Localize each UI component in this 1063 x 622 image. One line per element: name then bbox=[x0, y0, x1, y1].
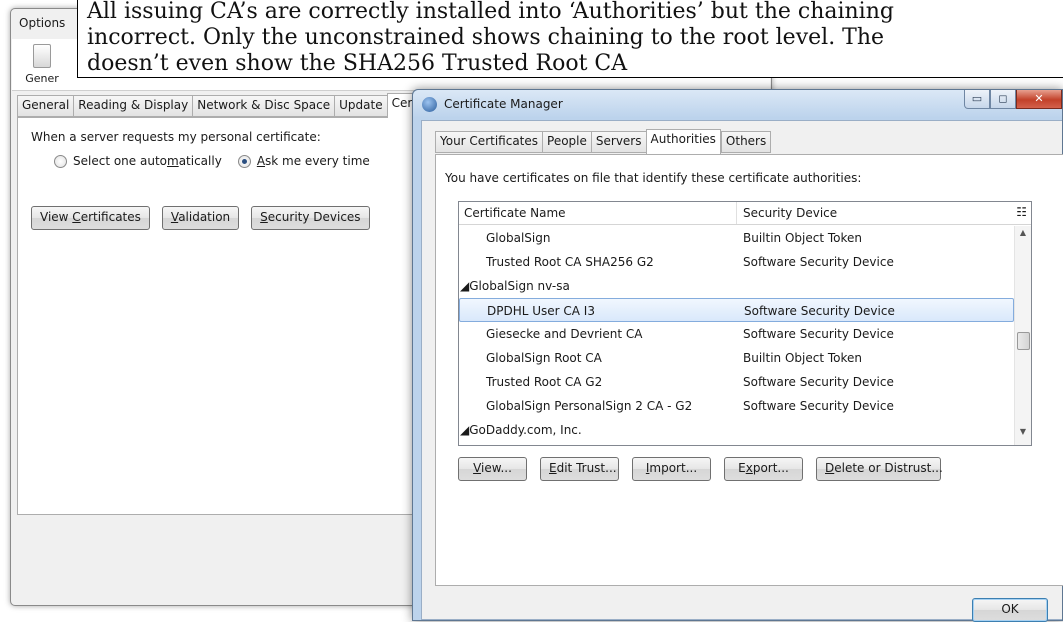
authorities-intro-text: You have certificates on file that ident… bbox=[445, 171, 862, 185]
tab-network-disc-space[interactable]: Network & Disc Space bbox=[192, 95, 335, 117]
certificate-name-cell: GlobalSign bbox=[486, 231, 551, 245]
window-controls: ▭ ◻ ✕ bbox=[964, 90, 1062, 109]
annotation-line-2: incorrect. Only the unconstrained shows … bbox=[87, 25, 885, 50]
import-button[interactable]: Import... bbox=[632, 457, 711, 481]
column-security-device[interactable]: Security Device bbox=[743, 206, 837, 220]
cm-titlebar[interactable]: Certificate Manager ▭ ◻ ✕ bbox=[413, 90, 1062, 118]
column-picker-icon[interactable]: ☷ bbox=[1016, 205, 1027, 219]
certificate-tree[interactable]: Certificate Name Security Device ☷ Globa… bbox=[458, 201, 1032, 446]
certificate-manager-window: Certificate Manager ▭ ◻ ✕ Your Certifica… bbox=[412, 89, 1063, 622]
certificate-name-cell: Trusted Root CA G2 bbox=[486, 375, 603, 389]
ok-button[interactable]: OK bbox=[972, 598, 1048, 622]
annotation-line-1: All issuing CA’s are correctly installed… bbox=[87, 0, 894, 24]
table-row[interactable]: GlobalSign PersonalSign 2 CA - G2 Softwar… bbox=[459, 394, 1014, 418]
certificate-rows: GlobalSign Builtin Object Token Trusted Ro… bbox=[459, 226, 1014, 442]
column-certificate-name[interactable]: Certificate Name bbox=[464, 206, 566, 220]
certificate-action-buttons: View... Edit Trust... Import... Export..… bbox=[458, 457, 943, 481]
security-device-cell: Software Security Device bbox=[743, 327, 894, 341]
annotation-line-3: doesn’t even show the SHA256 Trusted Roo… bbox=[87, 51, 628, 76]
select-automatically-label[interactable]: Select one automatically bbox=[73, 154, 222, 168]
security-device-cell: Software Security Device bbox=[744, 304, 895, 318]
table-row[interactable]: GlobalSign Root CA Builtin Object Token bbox=[459, 346, 1014, 370]
delete-or-distrust-button[interactable]: Delete or Distrust... bbox=[816, 457, 943, 481]
certificate-request-prompt: When a server requests my personal certi… bbox=[31, 130, 321, 144]
tree-scrollbar[interactable]: ▲ ▼ bbox=[1014, 226, 1031, 445]
tree-header: Certificate Name Security Device ☷ bbox=[459, 202, 1031, 225]
tab-others[interactable]: Others bbox=[720, 131, 772, 153]
security-device-cell: Software Security Device bbox=[743, 399, 894, 413]
scroll-down-arrow-icon[interactable]: ▼ bbox=[1015, 427, 1031, 443]
maximize-button[interactable]: ◻ bbox=[990, 90, 1016, 109]
certificate-name-cell: GlobalSign Root CA bbox=[486, 351, 602, 365]
security-device-cell: Software Security Device bbox=[743, 375, 894, 389]
ask-every-time-radio[interactable] bbox=[237, 154, 251, 168]
table-row[interactable]: Giesecke and Devrient CA Software Securit… bbox=[459, 322, 1014, 346]
authorities-panel: You have certificates on file that ident… bbox=[435, 154, 1063, 586]
view-certificates-button[interactable]: View Certificates bbox=[31, 206, 150, 230]
select-automatically-radio[interactable] bbox=[54, 154, 67, 168]
scroll-up-arrow-icon[interactable]: ▲ bbox=[1015, 228, 1031, 244]
certificate-name-cell: DPDHL User CA I3 bbox=[487, 304, 595, 318]
certificate-name-cell: GlobalSign PersonalSign 2 CA - G2 bbox=[486, 399, 693, 413]
ask-every-time-label[interactable]: Ask me every time bbox=[257, 154, 370, 168]
scroll-thumb[interactable] bbox=[1017, 332, 1030, 350]
column-divider[interactable] bbox=[736, 202, 737, 224]
tab-reading-display[interactable]: Reading & Display bbox=[73, 95, 193, 117]
cm-window-title: Certificate Manager bbox=[444, 97, 563, 111]
table-row[interactable]: GlobalSign Builtin Object Token bbox=[459, 226, 1014, 250]
general-switch-icon bbox=[33, 44, 51, 68]
cm-tab-strip: Your Certificates People Servers Authori… bbox=[435, 129, 772, 154]
certificate-radio-group: Select one automatically Ask me every ti… bbox=[54, 154, 386, 168]
thunderbird-app-icon bbox=[422, 97, 437, 112]
tab-servers[interactable]: Servers bbox=[590, 131, 646, 153]
certificate-name-cell: Giesecke and Devrient CA bbox=[486, 327, 643, 341]
certificate-name-cell: ◢GlobalSign nv-sa bbox=[460, 279, 570, 293]
security-device-cell: Software Security Device bbox=[743, 255, 894, 269]
tab-update[interactable]: Update bbox=[334, 95, 387, 117]
tab-authorities[interactable]: Authorities bbox=[645, 129, 721, 154]
tree-group-row[interactable]: ◢GlobalSign nv-sa bbox=[459, 274, 1014, 298]
security-devices-button[interactable]: Security Devices bbox=[251, 206, 370, 230]
minimize-button[interactable]: ▭ bbox=[964, 90, 990, 109]
tab-people[interactable]: People bbox=[542, 131, 591, 153]
options-tab-strip: General Reading & Display Network & Disc… bbox=[17, 93, 466, 118]
export-button[interactable]: Export... bbox=[724, 457, 803, 481]
toolbar-general-label: Gener bbox=[25, 72, 59, 85]
validation-button[interactable]: Validation bbox=[161, 206, 240, 230]
table-row[interactable]: DPDHL User CA I3 Software Security Device bbox=[459, 298, 1014, 322]
certificate-name-cell: Trusted Root CA SHA256 G2 bbox=[486, 255, 654, 269]
options-button-row: View Certificates Validation Security De… bbox=[31, 206, 370, 230]
tab-your-certificates[interactable]: Your Certificates bbox=[435, 131, 543, 153]
options-window-title: Options bbox=[19, 16, 66, 30]
close-button[interactable]: ✕ bbox=[1016, 90, 1062, 109]
annotation-callout: All issuing CA’s are correctly installed… bbox=[77, 0, 1063, 78]
cm-body: Your Certificates People Servers Authori… bbox=[421, 120, 1063, 622]
certificate-name-cell: ◢GoDaddy.com, Inc. bbox=[460, 423, 582, 437]
edit-trust-button[interactable]: Edit Trust... bbox=[540, 457, 619, 481]
table-row[interactable]: Trusted Root CA G2 Software Security Devi… bbox=[459, 370, 1014, 394]
table-row[interactable]: Trusted Root CA SHA256 G2 Software Securi… bbox=[459, 250, 1014, 274]
toolbar-general-button[interactable]: Gener bbox=[18, 44, 66, 85]
security-device-cell: Builtin Object Token bbox=[743, 231, 863, 245]
tab-general[interactable]: General bbox=[17, 95, 74, 117]
tree-group-row[interactable]: ◢GoDaddy.com, Inc. bbox=[459, 418, 1014, 442]
security-device-cell: Builtin Object Token bbox=[743, 351, 863, 365]
view-button[interactable]: View... bbox=[458, 457, 527, 481]
